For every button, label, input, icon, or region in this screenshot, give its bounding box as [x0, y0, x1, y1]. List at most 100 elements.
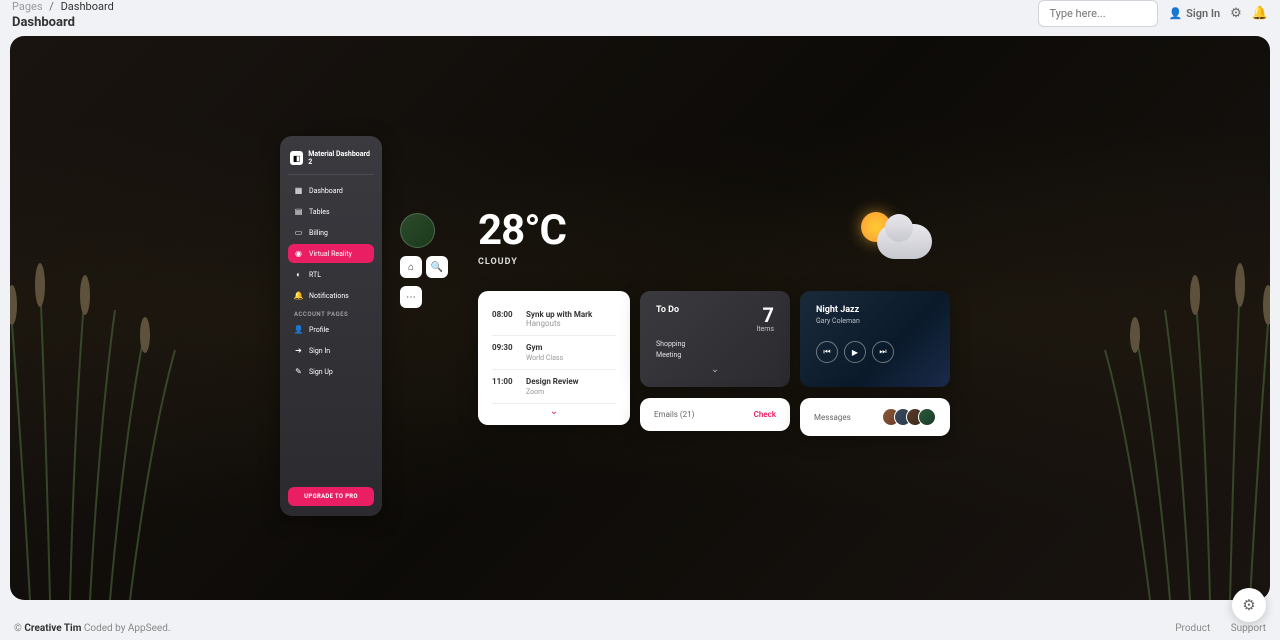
footer-link-product[interactable]: Product: [1175, 623, 1210, 634]
signin-label: Sign In: [1186, 7, 1220, 20]
breadcrumb-current: Dashboard: [61, 0, 114, 13]
todo-expand[interactable]: ⌄: [656, 365, 774, 375]
emails-check-link[interactable]: Check: [754, 410, 776, 419]
todo-card: To Do 7 Items Shopping Meeting ⌄: [640, 291, 790, 387]
sidebar-item-label: Billing: [309, 229, 328, 237]
search-icon: 🔍: [431, 262, 443, 273]
dashboard-icon: ▦: [294, 186, 303, 195]
play-icon: ▶: [852, 348, 858, 357]
breadcrumb-separator: /: [49, 0, 54, 13]
sidebar-item-label: Dashboard: [309, 187, 343, 195]
schedule-title: Gym: [526, 343, 616, 352]
music-prev-button[interactable]: ⏮: [816, 341, 838, 363]
sidebar-item-virtual-reality[interactable]: ◉ Virtual Reality: [288, 244, 374, 263]
bell-icon[interactable]: 🔔: [1252, 6, 1268, 21]
sidebar-item-label: Virtual Reality: [309, 250, 352, 258]
todo-item: Shopping: [656, 339, 774, 350]
chevron-down-icon: ⌄: [711, 365, 719, 375]
schedule-subtitle: Zoom: [526, 388, 616, 396]
upgrade-button[interactable]: UPGRADE TO PRO: [288, 487, 374, 506]
next-icon: ⏭: [879, 347, 886, 357]
avatar-stack: [888, 408, 936, 426]
sidebar-item-billing[interactable]: ▭ Billing: [288, 223, 374, 242]
todo-title: To Do: [656, 305, 679, 315]
chevron-down-icon: ⌄: [550, 406, 558, 417]
footer-link-support[interactable]: Support: [1231, 623, 1266, 634]
sidebar-item-label: Tables: [309, 208, 330, 216]
todo-item: Meeting: [656, 350, 774, 361]
gear-icon: ⚙: [1242, 596, 1255, 614]
todo-items-label: Items: [756, 325, 774, 333]
avatar: [918, 408, 936, 426]
user-avatar[interactable]: [400, 213, 435, 248]
weather-temperature: 28°C: [478, 206, 566, 255]
schedule-expand[interactable]: ⌄: [492, 404, 616, 417]
schedule-row[interactable]: 09:30 Gym World Class: [492, 336, 616, 370]
profile-icon: 👤: [294, 325, 303, 334]
main-stage: ◧ Material Dashboard 2 ▦ Dashboard ▤ Table…: [10, 36, 1270, 600]
sidebar-item-label: Notifications: [309, 292, 349, 300]
home-button[interactable]: ⌂: [400, 256, 422, 278]
music-title: Night Jazz: [816, 305, 934, 315]
schedule-title: Design Review: [526, 377, 616, 386]
sidebar-item-label: RTL: [309, 271, 321, 279]
music-next-button[interactable]: ⏭: [872, 341, 894, 363]
brand-logo-icon: ◧: [290, 151, 303, 165]
todo-list: Shopping Meeting: [656, 339, 774, 361]
footer-copyright: © Creative Tim Coded by AppSeed.: [14, 623, 170, 634]
breadcrumb: Pages / Dashboard: [12, 0, 114, 13]
sidebar-item-notifications[interactable]: 🔔 Notifications: [288, 286, 374, 305]
schedule-row[interactable]: 08:00 Synk up with Mark Hangouts: [492, 303, 616, 336]
decoration-grass-left: [10, 220, 210, 600]
tables-icon: ▤: [294, 207, 303, 216]
messages-card[interactable]: Messages: [800, 398, 950, 436]
billing-icon: ▭: [294, 228, 303, 237]
cloud-icon: [877, 224, 932, 259]
sidebar-section-label: ACCOUNT PAGES: [288, 307, 374, 320]
search-button[interactable]: 🔍: [426, 256, 448, 278]
sidebar-item-profile[interactable]: 👤 Profile: [288, 320, 374, 339]
sidebar-item-signin[interactable]: ➔ Sign In: [288, 341, 374, 360]
user-icon: 👤: [1168, 7, 1182, 20]
avatar-column: ⌂ 🔍 ⋯: [400, 213, 448, 308]
sidebar-item-label: Sign In: [309, 347, 330, 355]
decoration-grass-right: [1070, 220, 1270, 600]
brand-name: Material Dashboard 2: [308, 150, 372, 166]
weather-description: CLOUDY: [478, 257, 566, 267]
sidebar-header: ◧ Material Dashboard 2: [288, 146, 374, 175]
schedule-card: 08:00 Synk up with Mark Hangouts 09:30 G…: [478, 291, 630, 425]
search-input[interactable]: [1038, 0, 1158, 27]
floating-settings-button[interactable]: ⚙: [1232, 588, 1266, 622]
sidebar: ◧ Material Dashboard 2 ▦ Dashboard ▤ Table…: [280, 136, 382, 516]
schedule-time: 08:00: [492, 310, 516, 328]
todo-count: 7: [756, 305, 774, 325]
more-button[interactable]: ⋯: [400, 286, 422, 308]
breadcrumb-root[interactable]: Pages: [12, 0, 43, 13]
music-card: Night Jazz Gary Coleman ⏮ ▶ ⏭: [800, 291, 950, 387]
messages-label: Messages: [814, 413, 851, 422]
schedule-row[interactable]: 11:00 Design Review Zoom: [492, 370, 616, 404]
settings-icon[interactable]: ⚙: [1230, 6, 1242, 21]
schedule-title: Synk up with Mark Hangouts: [526, 310, 616, 328]
signup-icon: ✎: [294, 367, 303, 376]
sidebar-item-dashboard[interactable]: ▦ Dashboard: [288, 181, 374, 200]
rtl-icon: ◐: [294, 270, 303, 279]
emails-label: Emails (21): [654, 410, 694, 419]
sidebar-item-label: Sign Up: [309, 368, 333, 376]
schedule-time: 11:00: [492, 377, 516, 396]
sidebar-item-rtl[interactable]: ◐ RTL: [288, 265, 374, 284]
emails-card: Emails (21) Check: [640, 398, 790, 431]
signin-icon: ➔: [294, 346, 303, 355]
vr-icon: ◉: [294, 249, 303, 258]
music-play-button[interactable]: ▶: [844, 341, 866, 363]
footer: © Creative Tim Coded by AppSeed. Product…: [0, 617, 1280, 640]
sidebar-item-label: Profile: [309, 326, 329, 334]
weather-widget: 28°C CLOUDY: [478, 206, 566, 267]
notifications-icon: 🔔: [294, 291, 303, 300]
more-icon: ⋯: [406, 292, 416, 303]
sidebar-item-tables[interactable]: ▤ Tables: [288, 202, 374, 221]
signin-link[interactable]: 👤 Sign In: [1168, 7, 1220, 20]
sidebar-item-signup[interactable]: ✎ Sign Up: [288, 362, 374, 381]
home-icon: ⌂: [408, 262, 414, 273]
page-title: Dashboard: [12, 15, 114, 30]
